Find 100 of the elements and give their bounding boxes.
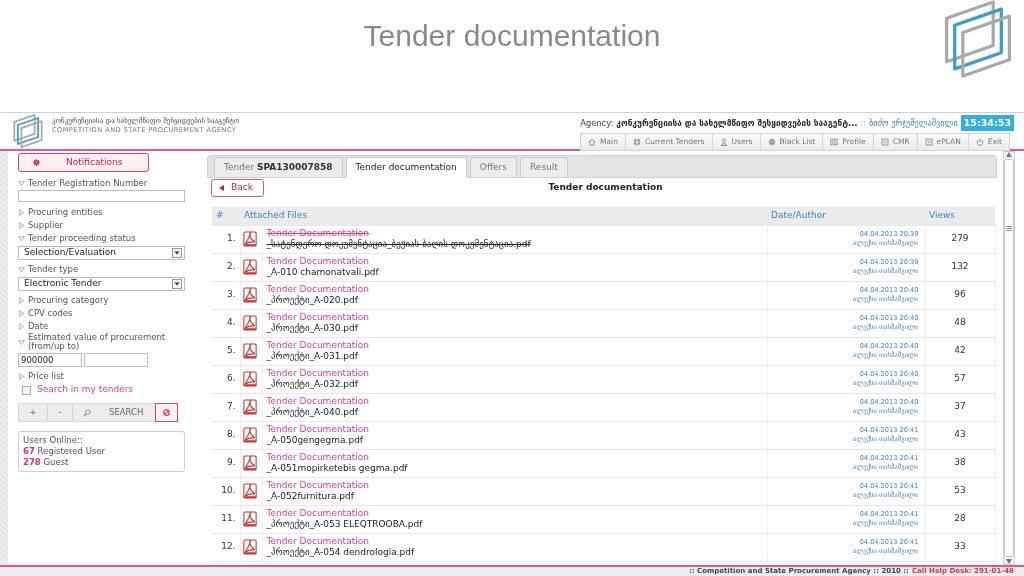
- document-title-link[interactable]: Tender Documentation: [266, 424, 763, 435]
- tab[interactable]: Tender documentation: [345, 157, 467, 178]
- row-number: 2.: [226, 261, 236, 272]
- document-title-link[interactable]: Tender Documentation: [266, 536, 763, 547]
- checkbox[interactable]: [22, 385, 31, 395]
- view-count: 37: [954, 401, 966, 412]
- caret-left-icon: [219, 185, 224, 191]
- tab[interactable]: Tender SPA130007858: [214, 157, 343, 177]
- document-title-link[interactable]: Tender Documentation: [266, 228, 763, 239]
- slide-title: Tender documentation: [363, 18, 661, 54]
- file-name: _A-052furnitura.pdf: [266, 491, 355, 502]
- filter-toggle-link[interactable]: Price list: [28, 372, 64, 381]
- notifications-button[interactable]: Notifications: [18, 153, 149, 172]
- filter-toggle-link[interactable]: Tender Registration Number: [28, 179, 148, 188]
- row-number: 10.: [221, 485, 236, 496]
- view-count: 53: [954, 485, 966, 496]
- view-count: 43: [954, 429, 966, 440]
- square-icon: [924, 138, 933, 146]
- globe-icon: [632, 138, 641, 146]
- scroll-up-arrow-icon[interactable]: [1006, 152, 1012, 157]
- stacked-frames-logo: [10, 114, 46, 148]
- expand-all-button[interactable]: +: [18, 403, 47, 422]
- range-from-field[interactable]: 900000: [18, 353, 82, 367]
- view-count: 42: [954, 345, 966, 356]
- search-button[interactable]: SEARCH: [72, 403, 155, 422]
- select-field[interactable]: Electronic Tender: [18, 277, 185, 291]
- gear-icon: [767, 138, 776, 146]
- document-title-link[interactable]: Tender Documentation: [266, 368, 763, 379]
- file-name: _სატენდერო დოკუმენტაცია_ბეჟიას ბაღის დოკუმენტაცია.pdf: [266, 239, 532, 250]
- row-number: 8.: [226, 429, 236, 440]
- separator-text: ::: [860, 116, 867, 130]
- pdf-file-icon: [242, 287, 257, 303]
- file-name: _პროექტი_A-030.pdf: [266, 323, 359, 334]
- scrollbar-track[interactable]: [1003, 151, 1015, 565]
- document-title-link[interactable]: Tender Documentation: [266, 256, 763, 267]
- tab[interactable]: Offers: [469, 157, 517, 177]
- row-number: 7.: [226, 401, 236, 412]
- range-to-field[interactable]: [84, 353, 148, 367]
- tab[interactable]: Result: [520, 157, 568, 177]
- clock-time: 15:34:53: [960, 114, 1014, 132]
- pdf-file-icon: [242, 399, 257, 415]
- guest-count: 278: [23, 457, 41, 467]
- filter-toggle-link[interactable]: Procuring entities: [28, 208, 103, 217]
- grip-lines-icon: [1006, 226, 1012, 231]
- row-number: 12.: [221, 541, 236, 552]
- file-name: _A-051mopirketebis gegma.pdf: [266, 463, 409, 474]
- document-title-link[interactable]: Tender Documentation: [266, 396, 763, 407]
- filter-toggle-link[interactable]: Supplier: [28, 221, 64, 230]
- file-name: _პროექტი_A-020.pdf: [266, 295, 359, 306]
- document-title-link[interactable]: Tender Documentation: [266, 480, 763, 491]
- pdf-file-icon: [242, 231, 257, 247]
- view-count: 48: [954, 317, 966, 328]
- text-field[interactable]: [18, 190, 185, 202]
- pdf-file-icon: [242, 371, 257, 387]
- agency-label: Agency:: [580, 116, 614, 130]
- filter-toggle-link[interactable]: CPV codes: [28, 309, 73, 318]
- pdf-file-icon: [242, 539, 257, 555]
- home-icon: [588, 138, 596, 146]
- reset-button[interactable]: [155, 403, 178, 422]
- dropdown-arrow-icon: [172, 279, 182, 289]
- section-title: Tender documentation: [548, 181, 663, 195]
- pdf-file-icon: [242, 259, 257, 275]
- filter-toggle-link[interactable]: Tender proceeding status: [28, 234, 136, 243]
- view-count: 57: [954, 373, 966, 384]
- list-icon: [830, 138, 839, 146]
- file-name: _პროექტი_A-032.pdf: [266, 379, 359, 390]
- pdf-file-icon: [242, 427, 257, 443]
- document-title-link[interactable]: Tender Documentation: [266, 284, 763, 295]
- scroll-down-arrow-icon[interactable]: [1006, 559, 1012, 564]
- filter-toggle-link[interactable]: Procuring category: [28, 296, 109, 305]
- row-number: 6.: [226, 373, 236, 384]
- document-title-link[interactable]: Tender Documentation: [266, 312, 763, 323]
- checkbox-label[interactable]: Search in my tenders: [37, 383, 134, 397]
- document-title-link[interactable]: Tender Documentation: [266, 340, 763, 351]
- scrollbar-thumb[interactable]: [1004, 159, 1014, 557]
- users-online-title: Users Online::: [23, 435, 84, 446]
- filter-toggle-link[interactable]: Tender type: [28, 265, 79, 274]
- gear-icon: [33, 159, 40, 166]
- pdf-file-icon: [242, 483, 257, 499]
- prohibit-icon: [163, 409, 170, 416]
- collapse-all-button[interactable]: -: [47, 403, 72, 422]
- document-title-link[interactable]: Tender Documentation: [266, 452, 763, 463]
- user-name-link[interactable]: ბიძო ურჯუმელაშვილი: [869, 116, 958, 130]
- search-icon: [83, 408, 91, 417]
- filter-toggle-link[interactable]: Date: [28, 322, 49, 331]
- filter-toggle-link[interactable]: Estimated value of procurement (from/up to): [28, 333, 185, 351]
- file-name: _პროექტი_A-053 ELEQTROOBA.pdf: [266, 519, 424, 530]
- row-number: 1.: [226, 233, 236, 244]
- select-field[interactable]: Selection/Evaluation: [18, 246, 185, 260]
- column-header: Date/Author: [771, 210, 826, 220]
- view-count: 38: [954, 457, 966, 468]
- document-title-link[interactable]: Tender Documentation: [266, 508, 763, 519]
- row-number: 9.: [226, 457, 236, 468]
- row-number: 4.: [226, 317, 236, 328]
- square-icon: [880, 138, 889, 146]
- pdf-file-icon: [242, 455, 257, 471]
- column-header: Attached Files: [244, 210, 308, 220]
- user-icon: [719, 138, 728, 146]
- view-count: 33: [954, 541, 966, 552]
- back-button[interactable]: Back: [211, 179, 264, 197]
